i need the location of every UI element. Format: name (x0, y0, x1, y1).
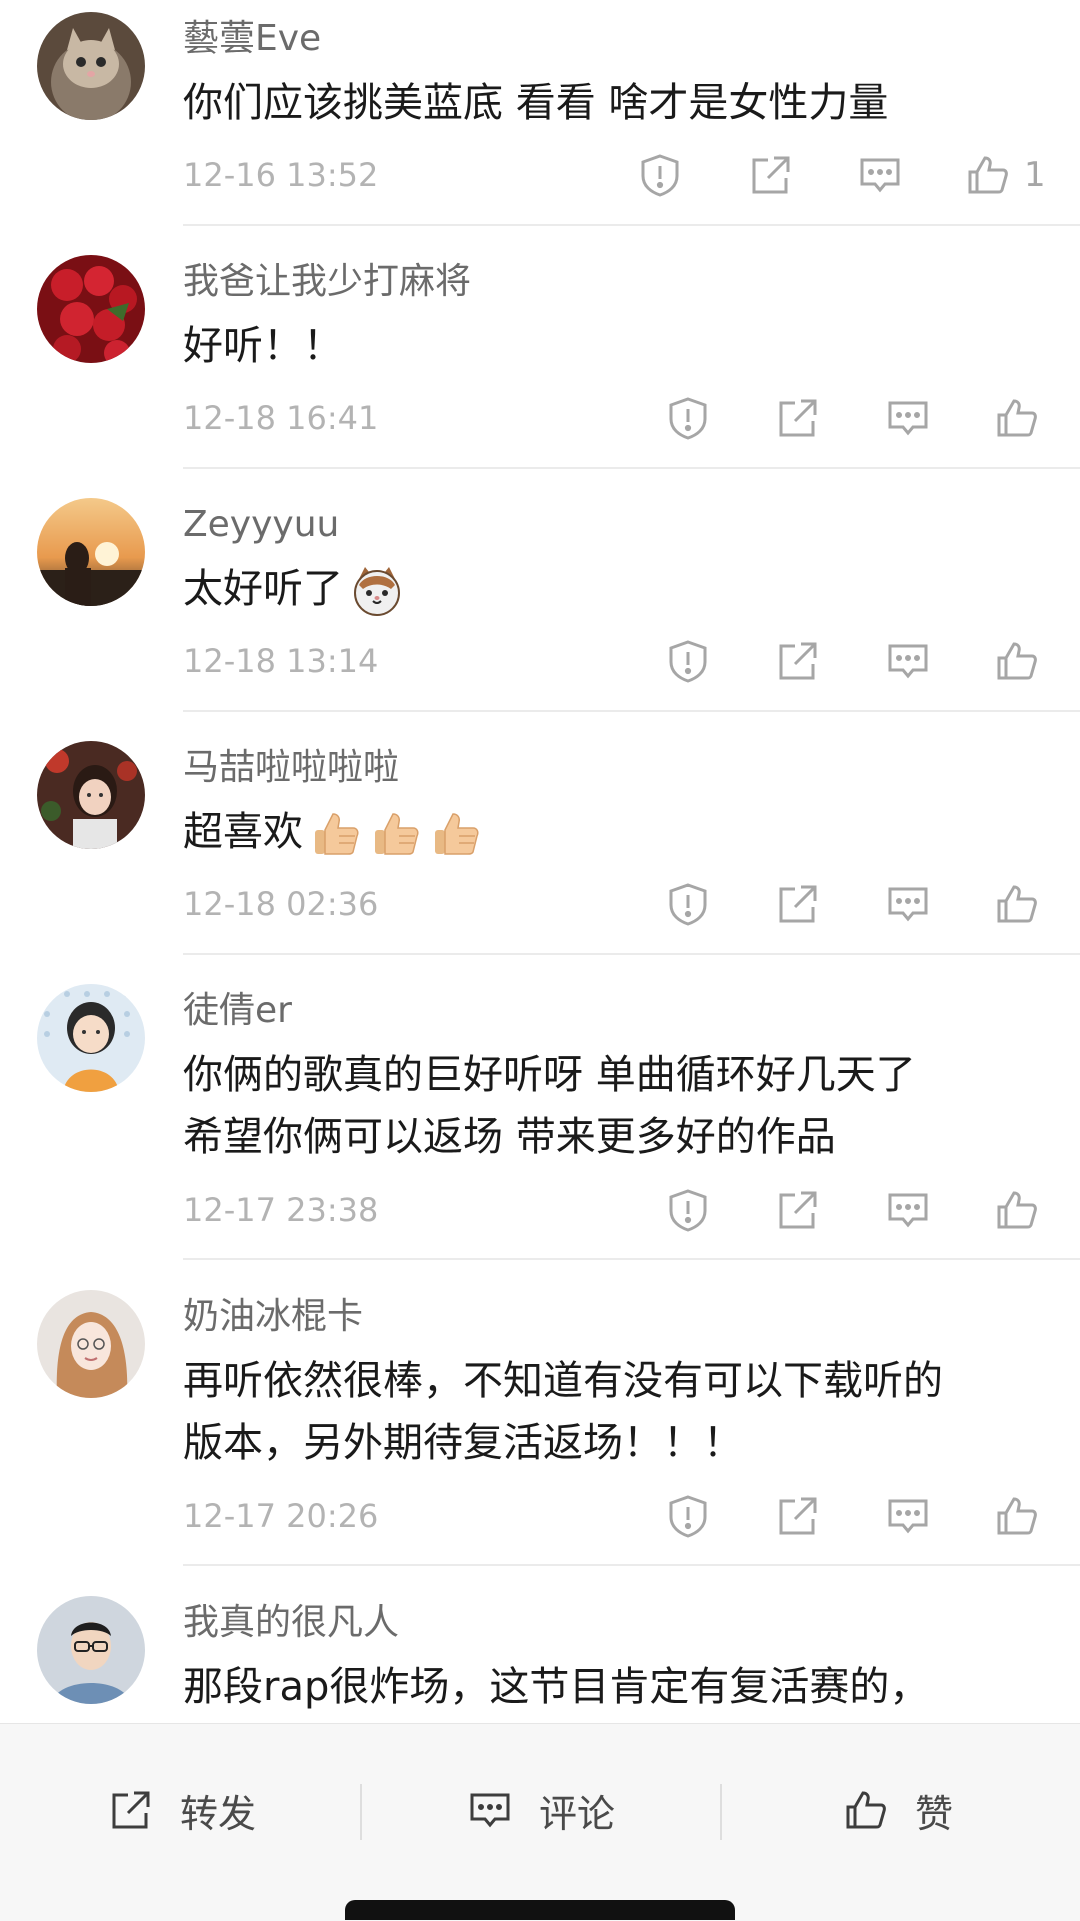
like-count: 1 (1024, 155, 1046, 195)
reply-icon[interactable] (885, 638, 931, 684)
share-icon[interactable] (775, 1493, 821, 1539)
reply-icon[interactable] (885, 1187, 931, 1233)
bottom-action-bar: 转发 评论 赞 (0, 1723, 1080, 1921)
comment-button[interactable]: 评论 (467, 1780, 615, 1840)
divider (183, 1564, 1080, 1566)
comment-username[interactable]: 马喆啦啦啦啦 (183, 745, 399, 791)
comment-text: 太好听了 (183, 558, 403, 620)
comment-text: 好听！！ (183, 323, 343, 369)
reply-icon[interactable] (885, 881, 931, 927)
comment-label: 评论 (539, 1791, 616, 1836)
reply-icon[interactable] (885, 395, 931, 441)
avatar[interactable] (37, 498, 145, 606)
thumbs-up-emoji (431, 808, 483, 860)
report-icon[interactable] (665, 1187, 711, 1233)
thumbs-up-emoji (311, 808, 363, 860)
share-icon[interactable] (775, 395, 821, 441)
like-icon[interactable] (994, 881, 1040, 927)
avatar[interactable] (37, 984, 145, 1092)
like-label: 赞 (915, 1791, 954, 1836)
like-icon[interactable] (994, 638, 1040, 684)
avatar[interactable] (37, 1290, 145, 1398)
comment-text: 希望你俩可以返场 带来更多好的作品 (183, 1114, 836, 1160)
report-icon[interactable] (637, 152, 683, 198)
share-icon[interactable] (748, 152, 794, 198)
report-icon[interactable] (665, 638, 711, 684)
report-icon[interactable] (665, 881, 711, 927)
reply-icon[interactable] (885, 1493, 931, 1539)
divider (183, 953, 1080, 955)
avatar[interactable] (37, 12, 145, 120)
bar-separator (720, 1784, 722, 1840)
avatar[interactable] (37, 255, 145, 363)
like-button[interactable]: 赞 (843, 1780, 953, 1840)
divider (183, 710, 1080, 712)
like-icon[interactable] (965, 152, 1011, 198)
comment-text-content: 超喜欢 (183, 809, 303, 855)
like-icon[interactable] (994, 1493, 1040, 1539)
home-indicator[interactable] (345, 1900, 735, 1920)
repost-button[interactable]: 转发 (108, 1780, 256, 1840)
comment-text: 再听依然很棒，不知道有没有可以下载听的 (183, 1358, 943, 1404)
comment-text: 那段rap很炸场，这节目肯定有复活赛的， (183, 1664, 930, 1710)
comment-icon (467, 1787, 513, 1833)
share-icon[interactable] (775, 1187, 821, 1233)
comment-timestamp: 12-16 13:52 (183, 156, 379, 194)
comment-text: 版本，另外期待复活返场！！！ (183, 1420, 743, 1466)
like-icon[interactable] (994, 1187, 1040, 1233)
cat-face-emoji (351, 565, 403, 617)
comment-text-content: 太好听了 (183, 566, 343, 612)
comment-username[interactable]: 奶油冰棍卡 (183, 1294, 363, 1340)
like-icon (843, 1787, 889, 1833)
comment-username[interactable]: 藝蕓Eve (183, 16, 321, 62)
report-icon[interactable] (665, 395, 711, 441)
comment-text: 超喜欢 (183, 801, 483, 863)
repost-label: 转发 (180, 1791, 257, 1836)
report-icon[interactable] (665, 1493, 711, 1539)
comment-timestamp: 12-18 02:36 (183, 885, 379, 923)
comment-timestamp: 12-18 13:14 (183, 642, 379, 680)
avatar[interactable] (37, 1596, 145, 1704)
divider (183, 467, 1080, 469)
like-icon[interactable] (994, 395, 1040, 441)
comment-timestamp: 12-18 16:41 (183, 399, 379, 437)
comment-username[interactable]: 我爸让我少打麻将 (183, 259, 471, 305)
comment-username[interactable]: 我真的很凡人 (183, 1600, 399, 1646)
comment-username[interactable]: Zeyyyuu (183, 502, 339, 548)
comment-timestamp: 12-17 20:26 (183, 1497, 379, 1535)
comment-text: 你们应该挑美蓝底 看看 啥才是女性力量 (183, 80, 889, 126)
share-icon[interactable] (775, 638, 821, 684)
thumbs-up-emoji (371, 808, 423, 860)
avatar[interactable] (37, 741, 145, 849)
bar-separator (360, 1784, 362, 1840)
divider (183, 224, 1080, 226)
divider (183, 1258, 1080, 1260)
comment-timestamp: 12-17 23:38 (183, 1191, 379, 1229)
share-icon[interactable] (775, 881, 821, 927)
comment-username[interactable]: 徒倩er (183, 988, 292, 1034)
comment-text: 你俩的歌真的巨好听呀 单曲循环好几天了 (183, 1052, 916, 1098)
reply-icon[interactable] (857, 152, 903, 198)
repost-icon (108, 1787, 154, 1833)
